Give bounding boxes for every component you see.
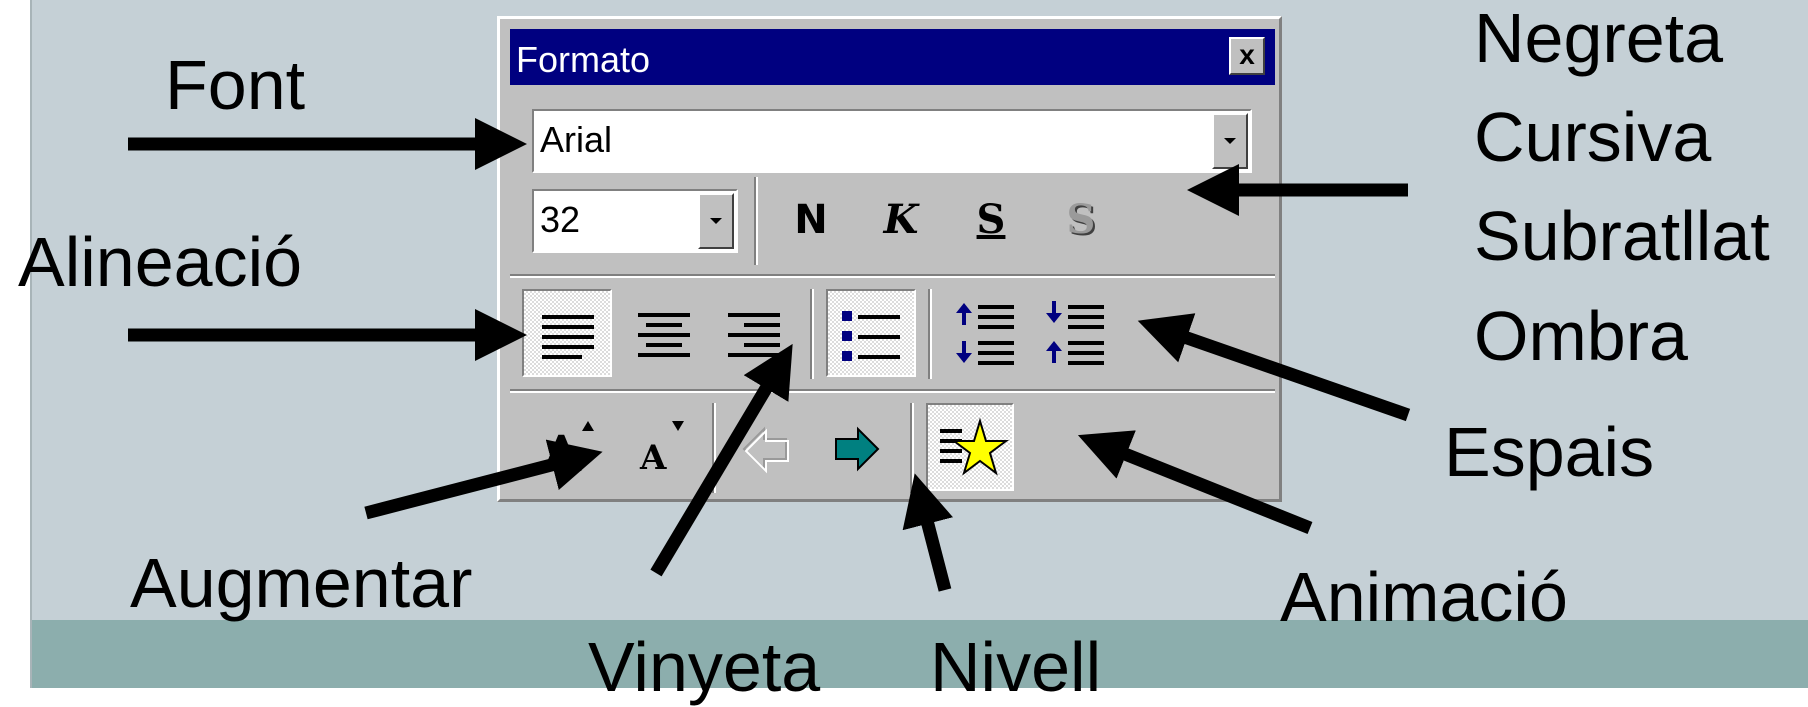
arrow-animacio	[1077, 430, 1313, 535]
arrow-vinyeta	[650, 343, 793, 577]
arrow-augmentar	[364, 439, 603, 520]
arrow-espais	[1137, 313, 1411, 422]
annotation-arrows	[128, 118, 1411, 592]
arrow-nivell	[902, 473, 953, 592]
